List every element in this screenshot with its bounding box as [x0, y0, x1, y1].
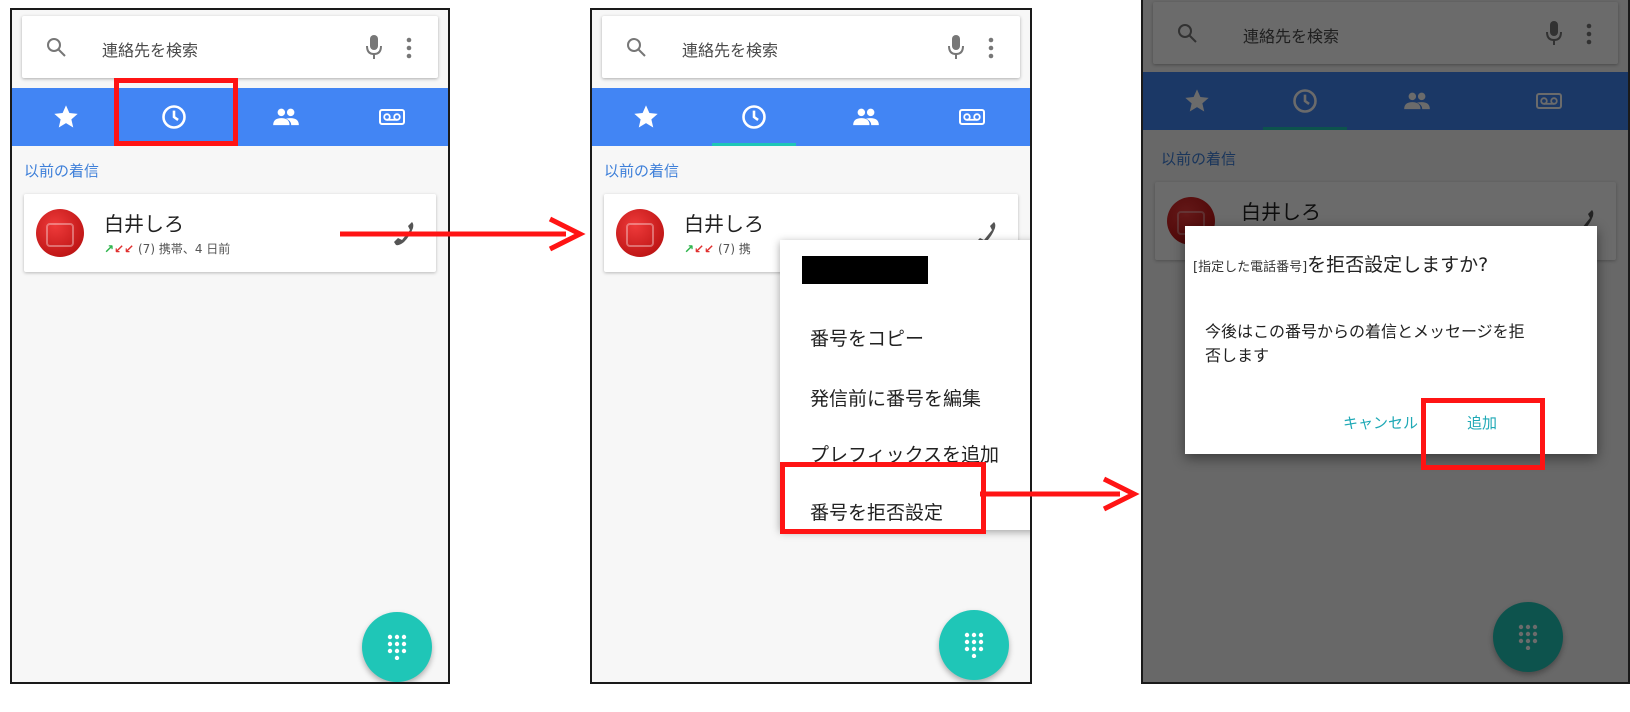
search-placeholder: 連絡先を検索 [102, 41, 199, 60]
section-label-previous-calls: 以前の着信 [604, 162, 680, 180]
call-count: (7) [718, 242, 735, 256]
highlight-recents-tab [114, 78, 238, 146]
screen-call-history: 連絡先を検索 以前の着信 白井しろ ↗↙↙ (7) 携帯、4 日前 [10, 8, 450, 684]
dialog-title: [指定した電話番号]を拒否設定しますか? [1193, 252, 1503, 281]
more-options-icon[interactable] [988, 36, 994, 60]
call-details: ↗↙↙ (7) 携 [684, 240, 751, 257]
search-placeholder: 連絡先を検索 [682, 41, 779, 60]
highlight-add-button [1421, 398, 1545, 470]
people-icon [273, 108, 299, 126]
tab-contacts[interactable] [236, 88, 336, 146]
screen-call-history-menu: 連絡先を検索 以前の着信 白井しろ ↗↙↙ (7) 携 番号をコピー 発信前に番… [590, 8, 1032, 684]
menu-item-copy-number[interactable]: 番号をコピー [810, 324, 924, 351]
call-detail-text: 携 [738, 242, 751, 256]
tab-bar [592, 88, 1030, 146]
avatar [616, 209, 664, 257]
dialpad-button[interactable] [362, 612, 432, 682]
voicemail-icon [379, 109, 405, 125]
dialpad-icon [964, 632, 984, 658]
more-options-icon[interactable] [406, 36, 412, 60]
tab-favorites[interactable] [16, 88, 116, 146]
star-icon [54, 105, 78, 128]
search-bar[interactable]: 連絡先を検索 [22, 16, 438, 78]
caller-name: 白井しろ [104, 212, 184, 236]
tab-recents[interactable] [704, 88, 804, 146]
dialog-title-text: を拒否設定しますか? [1307, 254, 1489, 276]
tab-voicemail[interactable] [922, 88, 1022, 146]
missed-call-icon: ↙↙ [694, 242, 715, 256]
call-details: ↗↙↙ (7) 携帯、4 日前 [104, 240, 230, 257]
dialpad-icon [387, 634, 407, 660]
menu-item-edit-before-call[interactable]: 発信前に番号を編集 [810, 384, 981, 411]
tab-contacts[interactable] [816, 88, 916, 146]
outgoing-call-icon: ↗ [684, 242, 695, 256]
call-detail-text: 携帯、4 日前 [158, 242, 231, 256]
microphone-icon[interactable] [946, 33, 966, 61]
microphone-icon[interactable] [364, 33, 384, 61]
search-icon [627, 38, 646, 57]
dialpad-button[interactable] [939, 610, 1009, 680]
section-label-previous-calls: 以前の着信 [24, 162, 100, 180]
phone-number-placeholder: [指定した電話番号] [1193, 260, 1308, 275]
clock-icon [742, 105, 766, 129]
cancel-button[interactable]: キャンセル [1343, 412, 1418, 433]
search-icon [47, 38, 66, 57]
people-icon [853, 108, 879, 126]
star-icon [634, 105, 658, 128]
tab-favorites[interactable] [596, 88, 696, 146]
highlight-block-number [780, 462, 986, 534]
avatar [36, 209, 84, 257]
arrow-right-icon [980, 476, 1140, 512]
screen-block-dialog: 連絡先を検索 以前の着信 白井しろ [指定した電話番号]を拒否設定しますか? [1141, 0, 1630, 684]
voicemail-icon [959, 109, 985, 125]
outgoing-call-icon: ↗ [104, 242, 115, 256]
caller-name: 白井しろ [684, 212, 764, 236]
tab-voicemail[interactable] [342, 88, 442, 146]
arrow-right-icon [340, 216, 586, 252]
call-count: (7) [138, 242, 155, 256]
missed-call-icon: ↙↙ [114, 242, 135, 256]
search-bar[interactable]: 連絡先を検索 [602, 16, 1020, 78]
dialog-message: 今後はこの番号からの着信とメッセージを拒否します [1205, 322, 1525, 365]
redacted-phone-number [802, 256, 928, 284]
